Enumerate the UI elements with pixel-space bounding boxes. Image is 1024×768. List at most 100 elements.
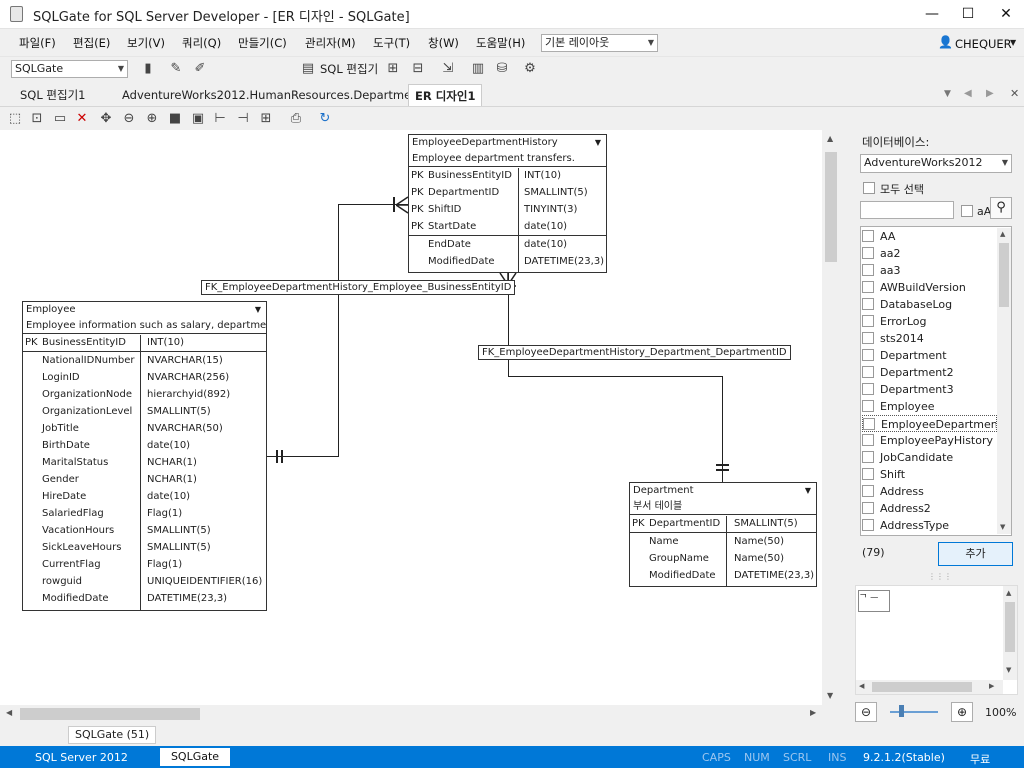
- column-row[interactable]: NationalIDNumber NVARCHAR(15): [23, 352, 266, 369]
- tab-list-icon[interactable]: ▼: [944, 89, 951, 99]
- table-list-item[interactable]: Shift: [862, 466, 997, 483]
- table-list-item[interactable]: AA: [862, 228, 997, 245]
- add-table-icon[interactable]: ⊡: [29, 111, 45, 127]
- fk-label-employee[interactable]: FK_EmployeeDepartmentHistory_Employee_Bu…: [201, 280, 516, 295]
- table-list-item[interactable]: JobCandidate: [862, 449, 997, 466]
- pk-column-row[interactable]: PK BusinessEntityID INT(10): [409, 167, 606, 184]
- grid-icon[interactable]: ⊞: [258, 111, 274, 127]
- scroll-left-icon[interactable]: ◀: [859, 682, 864, 690]
- menu-manager[interactable]: 관리자(M): [305, 35, 356, 51]
- scroll-right-icon[interactable]: ▶: [810, 708, 816, 717]
- pk-column-row[interactable]: PK BusinessEntityID INT(10): [23, 334, 266, 351]
- scroll-thumb[interactable]: [1005, 602, 1015, 652]
- scroll-right-icon[interactable]: ▶: [989, 682, 994, 690]
- scroll-up-icon[interactable]: ▲: [1006, 589, 1011, 597]
- scroll-down-icon[interactable]: ▼: [1006, 666, 1011, 674]
- table-checkbox[interactable]: [862, 298, 874, 310]
- table-list-item[interactable]: Address: [862, 483, 997, 500]
- menu-query[interactable]: 쿼리(Q): [182, 35, 221, 51]
- scroll-up-icon[interactable]: ▲: [1000, 230, 1005, 238]
- table-checkbox[interactable]: [862, 264, 874, 276]
- database-icon[interactable]: ⛁: [494, 61, 510, 77]
- database-combo[interactable]: AdventureWorks2012 ▼: [860, 154, 1012, 173]
- scroll-down-icon[interactable]: ▼: [1000, 523, 1005, 531]
- er-canvas[interactable]: FK_EmployeeDepartmentHistory_Employee_Bu…: [0, 130, 822, 705]
- column-row[interactable]: MaritalStatus NCHAR(1): [23, 454, 266, 471]
- table-checkbox[interactable]: [862, 315, 874, 327]
- column-row[interactable]: rowguid UNIQUEIDENTIFIER(16): [23, 573, 266, 590]
- filter-input[interactable]: [860, 201, 954, 219]
- zoom-in-icon[interactable]: ⊕: [951, 702, 973, 722]
- tab-close-icon[interactable]: ✕: [1010, 87, 1019, 100]
- scroll-thumb[interactable]: [999, 243, 1009, 307]
- table-checkbox[interactable]: [862, 366, 874, 378]
- column-row[interactable]: BirthDate date(10): [23, 437, 266, 454]
- table-checkbox[interactable]: [862, 485, 874, 497]
- column-row[interactable]: OrganizationLevel SMALLINT(5): [23, 403, 266, 420]
- column-row[interactable]: CurrentFlag Flag(1): [23, 556, 266, 573]
- column-row[interactable]: LoginID NVARCHAR(256): [23, 369, 266, 386]
- canvas-horizontal-scrollbar[interactable]: ◀ ▶: [0, 705, 822, 722]
- connect-icon[interactable]: ▮: [140, 61, 156, 77]
- overview-horizontal-scrollbar[interactable]: ◀ ▶: [856, 680, 1003, 694]
- layout-combo[interactable]: 기본 레이아웃 ▼: [541, 34, 658, 52]
- tab-sql-editor[interactable]: SQL 편집기1: [14, 84, 91, 106]
- column-row[interactable]: Name Name(50): [630, 533, 816, 550]
- user-dropdown-icon[interactable]: ▼: [1010, 38, 1016, 47]
- chevron-down-icon[interactable]: ▼: [805, 483, 811, 499]
- er-icon[interactable]: ⊟: [410, 61, 426, 77]
- table-list-item[interactable]: EmployeeDepartmentHistory: [862, 415, 997, 432]
- zoom-out-icon[interactable]: ⊖: [855, 702, 877, 722]
- table-checkbox[interactable]: [862, 502, 874, 514]
- table-list-item[interactable]: DatabaseLog: [862, 296, 997, 313]
- overview-vertical-scrollbar[interactable]: ▲ ▼: [1003, 586, 1017, 680]
- column-row[interactable]: JobTitle NVARCHAR(50): [23, 420, 266, 437]
- table-list-item[interactable]: Address2: [862, 500, 997, 517]
- menu-create[interactable]: 만들기(C): [238, 35, 287, 51]
- settings-icon[interactable]: ⚙: [522, 61, 538, 77]
- close-button[interactable]: ✕: [984, 0, 1024, 29]
- table-checkbox[interactable]: [862, 468, 874, 480]
- table-list-item[interactable]: aa2: [862, 245, 997, 262]
- scroll-up-icon[interactable]: ▲: [827, 134, 833, 143]
- pk-column-row[interactable]: PK DepartmentID SMALLINT(5): [630, 515, 816, 532]
- edit-table-icon[interactable]: ▭: [52, 111, 68, 127]
- zoom-slider[interactable]: [890, 711, 938, 713]
- zoom-slider-thumb[interactable]: [899, 705, 904, 717]
- column-row[interactable]: EndDate date(10): [409, 236, 606, 253]
- table-list-item[interactable]: Department3: [862, 381, 997, 398]
- entity-employee-department-history[interactable]: EmployeeDepartmentHistory ▼ Employee depa…: [408, 134, 607, 273]
- chevron-down-icon[interactable]: ▼: [595, 135, 601, 151]
- search-icon[interactable]: ⚲: [990, 197, 1012, 219]
- overview-viewport[interactable]: ᄀ ᅳ: [858, 590, 890, 612]
- case-sensitive-checkbox[interactable]: [961, 205, 973, 217]
- menu-view[interactable]: 보기(V): [127, 35, 165, 51]
- export-icon[interactable]: ⇲: [440, 61, 456, 77]
- scroll-thumb[interactable]: [872, 682, 972, 692]
- table-list-item[interactable]: aa3: [862, 262, 997, 279]
- select-all-checkbox[interactable]: [863, 182, 875, 194]
- table-list-item[interactable]: AddressType: [862, 517, 997, 534]
- table-checkbox[interactable]: [862, 247, 874, 259]
- table-list-item[interactable]: Employee: [862, 398, 997, 415]
- column-row[interactable]: GroupName Name(50): [630, 550, 816, 567]
- column-row[interactable]: ModifiedDate DATETIME(23,3): [630, 567, 816, 584]
- table-checkbox[interactable]: [862, 332, 874, 344]
- add-button[interactable]: 추가: [938, 542, 1013, 566]
- column-row[interactable]: OrganizationNode hierarchyid(892): [23, 386, 266, 403]
- menu-file[interactable]: 파일(F): [19, 35, 56, 51]
- canvas-vertical-scrollbar[interactable]: ▲ ▼: [822, 130, 840, 705]
- table-list-item[interactable]: EmployeePayHistory: [862, 432, 997, 449]
- user-name[interactable]: CHEQUER: [955, 37, 1012, 51]
- table-list-item[interactable]: Department: [862, 347, 997, 364]
- chevron-down-icon[interactable]: ▼: [255, 302, 261, 318]
- column-row[interactable]: ModifiedDate DATETIME(23,3): [409, 253, 606, 270]
- refresh-icon[interactable]: ↻: [317, 111, 333, 127]
- tab-prev-icon[interactable]: ◀: [964, 88, 972, 99]
- arrange-icon[interactable]: ⊣: [235, 111, 251, 127]
- tab-department[interactable]: AdventureWorks2012.HumanResources.Depart…: [116, 84, 429, 106]
- menu-help[interactable]: 도움말(H): [476, 35, 525, 51]
- table-list-item[interactable]: AWBuildVersion: [862, 279, 997, 296]
- menu-window[interactable]: 창(W): [428, 35, 459, 51]
- table-checkbox[interactable]: [862, 519, 874, 531]
